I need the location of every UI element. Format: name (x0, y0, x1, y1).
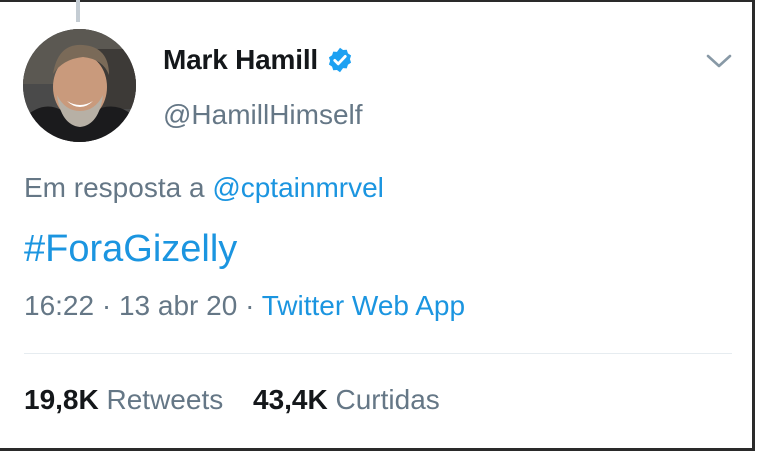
author-row: Mark Hamill (163, 44, 354, 76)
tweet-date[interactable]: 13 abr 20 (119, 290, 237, 321)
likes-label: Curtidas (335, 384, 440, 415)
divider (24, 353, 732, 354)
tweet-time[interactable]: 16:22 (24, 290, 94, 321)
avatar-image (23, 29, 136, 142)
reply-prefix: Em resposta a (24, 172, 205, 203)
tweet-meta: 16:22 · 13 abr 20 · Twitter Web App (24, 290, 465, 322)
retweets-count: 19,8K (24, 384, 99, 415)
avatar[interactable] (23, 29, 136, 142)
thread-connector-line (76, 0, 80, 22)
verified-badge-icon (328, 47, 352, 73)
chevron-down-icon[interactable] (706, 51, 732, 71)
engagement-stats: 19,8K Retweets 43,4K Curtidas (24, 384, 440, 416)
likes-count: 43,4K (253, 384, 328, 415)
reply-context: Em resposta a @cptainmrvel (24, 172, 384, 204)
author-name[interactable]: Mark Hamill (163, 44, 318, 76)
meta-separator: · (101, 290, 112, 321)
tweet-source-link[interactable]: Twitter Web App (262, 290, 465, 321)
likes-stat[interactable]: 43,4K Curtidas (253, 384, 440, 416)
meta-separator: · (245, 290, 255, 321)
retweets-stat[interactable]: 19,8K Retweets (24, 384, 223, 416)
author-handle[interactable]: @HamillHimself (163, 99, 363, 131)
retweets-label: Retweets (106, 384, 224, 415)
tweet-text-hashtag[interactable]: #ForaGizelly (24, 228, 237, 271)
reply-mention-link[interactable]: @cptainmrvel (212, 172, 384, 203)
